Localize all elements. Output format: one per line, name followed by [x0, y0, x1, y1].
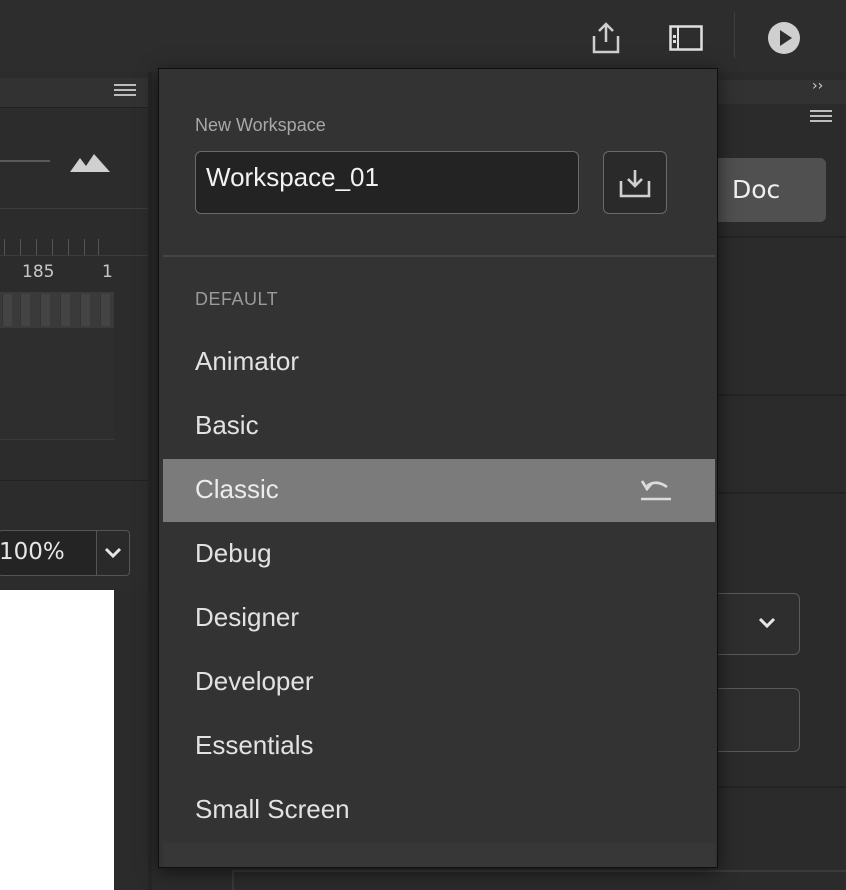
tab-doc[interactable]: Doc: [700, 158, 826, 222]
panel-divider[interactable]: [148, 72, 152, 890]
workspace-item-classic[interactable]: Classic: [163, 459, 715, 522]
timeline-frames[interactable]: [0, 292, 114, 328]
panel-divider: [716, 492, 846, 494]
workspace-item-basic[interactable]: Basic: [163, 395, 715, 458]
bottom-panel-edge: [232, 870, 846, 890]
share-export-icon[interactable]: [586, 18, 626, 58]
workspace-item-designer[interactable]: Designer: [163, 587, 715, 650]
download-save-icon: [619, 169, 651, 197]
top-toolbar: [0, 0, 846, 72]
play-icon[interactable]: [764, 18, 804, 58]
frame-number-label: 185: [22, 262, 55, 282]
chevron-down-icon: [104, 547, 122, 559]
workspace-name-input[interactable]: Workspace_01: [195, 151, 579, 214]
workspace-item-animator[interactable]: Animator: [163, 331, 715, 394]
workspace-item-debug[interactable]: Debug: [163, 523, 715, 586]
timeline-layer-area: [0, 328, 114, 440]
workspace-item-developer[interactable]: Developer: [163, 651, 715, 714]
zoom-field[interactable]: 100%: [0, 530, 96, 576]
panel-divider: [716, 394, 846, 396]
timeline-zoom-slider[interactable]: [0, 160, 50, 162]
popover-footer: [163, 843, 715, 867]
reset-workspace-icon[interactable]: [639, 477, 673, 510]
workspace-item-small-screen[interactable]: Small Screen: [163, 779, 715, 842]
workspace-item-essentials[interactable]: Essentials: [163, 715, 715, 778]
properties-panel-header: [716, 80, 846, 104]
expand-panels-icon[interactable]: ››: [812, 78, 823, 94]
timeline-ruler: [0, 208, 148, 256]
workspace-popover: New Workspace Workspace_01 DEFAULT Anima…: [158, 68, 718, 868]
default-section-label: DEFAULT: [195, 289, 279, 309]
panel-divider: [716, 786, 846, 788]
stage-canvas[interactable]: [0, 590, 114, 890]
panel-menu-icon[interactable]: [810, 110, 832, 128]
workspace-layout-icon[interactable]: [666, 18, 706, 58]
panel-divider: [716, 236, 846, 238]
workspace-item-label: Classic: [195, 474, 279, 504]
chevron-down-icon: [758, 617, 776, 629]
save-workspace-button[interactable]: [603, 151, 667, 214]
toolbar-separator: [734, 12, 735, 58]
zoom-dropdown-button[interactable]: [96, 530, 130, 576]
timeline-panel: 185 1: [0, 72, 148, 480]
popover-divider: [163, 255, 715, 257]
mountain-icon[interactable]: [68, 150, 112, 178]
new-workspace-label: New Workspace: [195, 115, 326, 135]
frame-number-label-partial: 1: [102, 262, 113, 282]
panel-menu-icon[interactable]: [114, 84, 136, 102]
